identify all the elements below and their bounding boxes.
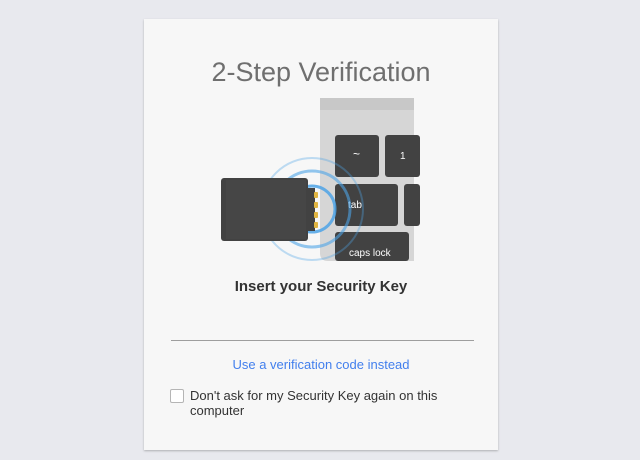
key-label-caps: caps lock [349,248,392,259]
key-label-one: 1 [400,151,406,162]
remember-checkbox-label[interactable]: Don't ask for my Security Key again on t… [190,388,465,418]
remember-checkbox[interactable] [170,389,184,403]
verification-card: 2-Step Verification ~ 1 tab caps lock In… [144,19,498,450]
instruction-heading: Insert your Security Key [234,278,408,295]
key-label-tilde: ~ [353,147,360,161]
security-key-icon [221,178,318,241]
page-title: 2-Step Verification [211,57,431,87]
use-verification-code-link[interactable]: Use a verification code instead [144,357,498,372]
divider [171,340,474,341]
security-key-illustration: ~ 1 tab caps lock [221,98,420,261]
